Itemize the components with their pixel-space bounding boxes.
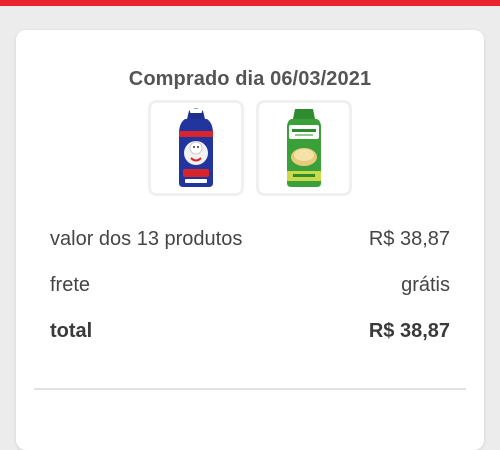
top-accent-bar [0,0,500,6]
products-value-amount: R$ 38,87 [368,228,450,250]
total-value: R$ 38,87 [368,320,450,342]
products-value-label: valor dos 13 produtos [50,228,243,250]
divider [34,388,466,390]
purchase-date-title: Comprado dia 06/03/2021 [128,68,372,90]
total-label: total [50,320,93,342]
shipping-label: frete [50,274,91,296]
product-thumbnail-1[interactable] [148,100,244,196]
bread-bag-blue-icon [179,108,213,187]
product-thumbnail-2[interactable] [256,100,352,196]
bread-bag-green-icon [287,109,321,187]
shipping-value: grátis [401,274,450,296]
order-card: Comprado dia 06/03/2021 valor dos 13 pro… [16,30,484,450]
